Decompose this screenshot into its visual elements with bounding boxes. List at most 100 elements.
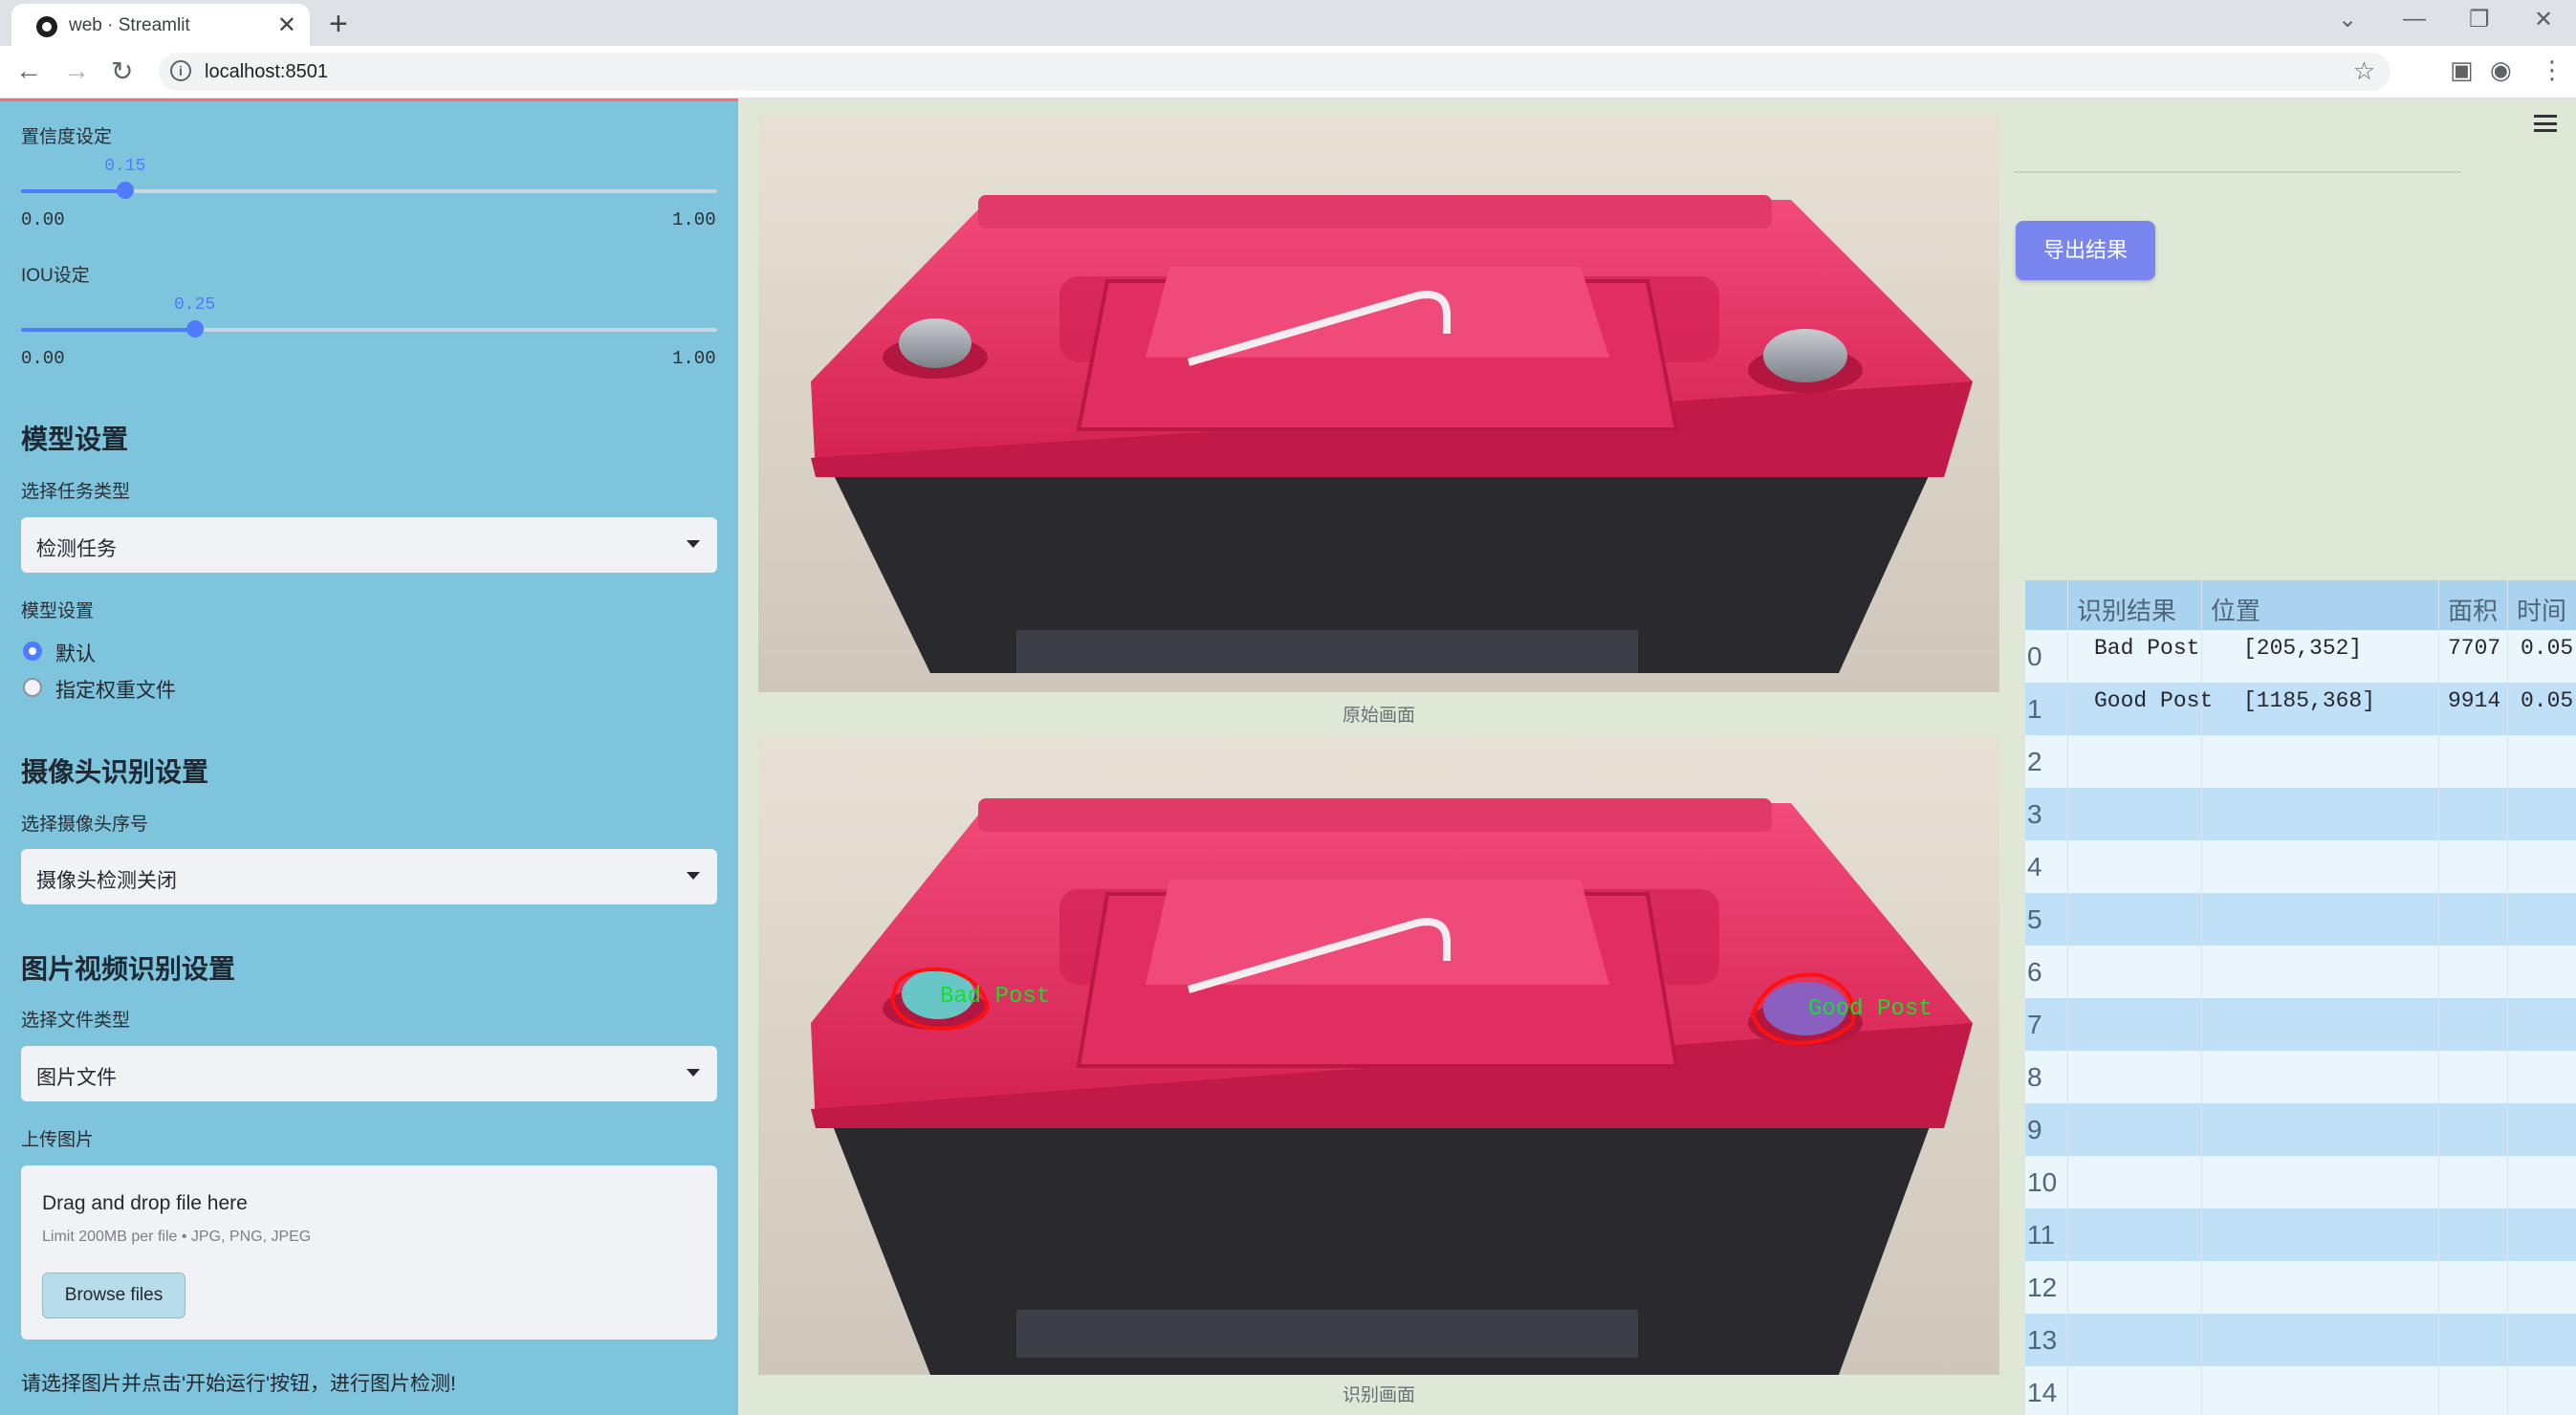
confidence-label: 置信度设定 bbox=[21, 127, 113, 147]
confidence-min: 0.00 bbox=[21, 209, 65, 230]
site-info-icon[interactable]: i bbox=[170, 60, 191, 81]
browser-menu-icon[interactable]: ⋮ bbox=[2540, 55, 2565, 85]
table-row[interactable]: 5 bbox=[2025, 893, 2576, 946]
divider bbox=[2014, 171, 2461, 173]
radio-default-label: 默认 bbox=[55, 643, 96, 665]
header-time[interactable]: 时间 bbox=[2517, 592, 2566, 627]
radio-custom-weights-label: 指定权重文件 bbox=[55, 680, 176, 702]
row-index: 14 bbox=[2027, 1378, 2058, 1407]
column-separator bbox=[2507, 580, 2508, 1415]
table-row[interactable]: 3 bbox=[2025, 788, 2576, 840]
row-index: 11 bbox=[2027, 1220, 2056, 1250]
back-icon[interactable]: ← bbox=[15, 55, 42, 86]
detected-image: Bad Post Good Post bbox=[758, 736, 1999, 1375]
file-type-select[interactable]: 图片文件 bbox=[21, 1046, 717, 1101]
header-result[interactable]: 识别结果 bbox=[2077, 592, 2176, 627]
iou-slider-thumb[interactable] bbox=[186, 320, 204, 337]
media-settings-heading: 图片视频识别设置 bbox=[21, 954, 236, 984]
table-row[interactable]: 6 bbox=[2025, 946, 2576, 998]
column-separator bbox=[2201, 580, 2202, 1415]
url-field[interactable]: i localhost:8501 ☆ bbox=[159, 53, 2390, 91]
camera-settings-heading: 摄像头识别设置 bbox=[21, 757, 209, 787]
task-type-select[interactable]: 检测任务 bbox=[21, 517, 717, 573]
table-row[interactable]: 0 Bad Post [205,352] 7707 0.05 bbox=[2025, 630, 2576, 683]
row-index: 1 bbox=[2027, 694, 2042, 724]
row-index: 8 bbox=[2027, 1062, 2042, 1092]
instruction-text: 请选择图片并点击'开始运行'按钮，进行图片检测! bbox=[21, 1373, 456, 1395]
confidence-slider-thumb[interactable] bbox=[117, 182, 135, 199]
limit-text: Limit 200MB per file • JPG, PNG, JPEG bbox=[42, 1229, 312, 1245]
file-uploader-dropzone[interactable]: Drag and drop file here Limit 200MB per … bbox=[21, 1165, 717, 1339]
original-caption: 原始画面 bbox=[1342, 706, 1415, 726]
iou-value: 0.25 bbox=[174, 295, 216, 315]
row-index: 4 bbox=[2027, 852, 2042, 882]
table-row[interactable]: 13 bbox=[2025, 1314, 2576, 1366]
table-row[interactable]: 7 bbox=[2025, 998, 2576, 1051]
cell-time: 0.05 bbox=[2521, 636, 2574, 661]
minimize-icon[interactable]: — bbox=[2403, 6, 2426, 33]
iou-slider[interactable] bbox=[21, 320, 717, 337]
row-index: 13 bbox=[2027, 1325, 2058, 1355]
iou-max: 1.00 bbox=[672, 348, 716, 369]
confidence-slider-fill bbox=[21, 189, 126, 193]
confidence-value: 0.15 bbox=[104, 157, 146, 176]
bad-post-label: Bad Post bbox=[940, 984, 1050, 1010]
table-row[interactable]: 9 bbox=[2025, 1103, 2576, 1156]
iou-slider-fill bbox=[21, 328, 195, 332]
radio-default[interactable] bbox=[23, 642, 42, 661]
hamburger-menu-icon[interactable] bbox=[2534, 115, 2557, 132]
table-row[interactable]: 14 bbox=[2025, 1366, 2576, 1415]
radio-custom-weights[interactable] bbox=[23, 678, 42, 697]
export-results-button[interactable]: 导出结果 bbox=[2016, 221, 2155, 280]
header-position[interactable]: 位置 bbox=[2211, 592, 2260, 627]
results-table: 识别结果 位置 面积 时间 0 Bad Post [205,352] 7707 0.05… bbox=[2025, 580, 2576, 1415]
row-index: 12 bbox=[2027, 1273, 2058, 1302]
profile-avatar-icon[interactable]: ◉ bbox=[2490, 55, 2512, 85]
reload-icon[interactable]: ↻ bbox=[111, 55, 133, 87]
bookmark-star-icon[interactable]: ☆ bbox=[2353, 56, 2375, 86]
browse-files-button[interactable]: Browse files bbox=[42, 1273, 186, 1318]
upload-label: 上传图片 bbox=[21, 1130, 95, 1150]
forward-icon[interactable]: → bbox=[63, 55, 90, 86]
sidebar: 置信度设定 0.15 0.00 1.00 IOU设定 0.25 0.00 1.0… bbox=[0, 98, 738, 1415]
camera-index-select[interactable]: 摄像头检测关闭 bbox=[21, 849, 717, 904]
table-row[interactable]: 11 bbox=[2025, 1208, 2576, 1261]
chevron-down-icon bbox=[687, 1069, 700, 1077]
chevron-down-icon bbox=[687, 872, 700, 880]
good-post-label: Good Post bbox=[1808, 996, 1932, 1022]
header-area[interactable]: 面积 bbox=[2448, 592, 2498, 627]
table-row[interactable]: 12 bbox=[2025, 1261, 2576, 1314]
table-row[interactable]: 4 bbox=[2025, 840, 2576, 893]
iou-min: 0.00 bbox=[21, 348, 65, 369]
confidence-slider[interactable] bbox=[21, 182, 717, 199]
close-tab-icon[interactable]: ✕ bbox=[277, 11, 296, 39]
url-text: localhost:8501 bbox=[205, 61, 328, 82]
streamlit-favicon-icon bbox=[36, 16, 57, 37]
address-bar: ← → ↻ i localhost:8501 ☆ ▣ ◉ ⋮ bbox=[0, 46, 2576, 98]
table-row[interactable]: 2 bbox=[2025, 735, 2576, 788]
new-tab-icon[interactable]: + bbox=[329, 6, 348, 43]
browser-tab[interactable]: web · Streamlit ✕ bbox=[11, 4, 310, 46]
restore-icon[interactable]: ❐ bbox=[2469, 6, 2490, 33]
table-row[interactable]: 10 bbox=[2025, 1156, 2576, 1208]
task-type-value: 检测任务 bbox=[36, 538, 117, 560]
tab-title: web · Streamlit bbox=[69, 15, 190, 35]
row-index: 3 bbox=[2027, 799, 2042, 829]
side-panel-icon[interactable]: ▣ bbox=[2450, 55, 2474, 85]
drop-text: Drag and drop file here bbox=[42, 1192, 248, 1214]
row-index: 2 bbox=[2027, 747, 2042, 776]
window-close-icon[interactable]: ✕ bbox=[2534, 6, 2553, 33]
row-index: 7 bbox=[2027, 1010, 2042, 1039]
cell-area: 9914 bbox=[2448, 688, 2501, 713]
cell-pos: [205,352] bbox=[2243, 636, 2363, 661]
column-separator bbox=[2067, 580, 2068, 1415]
row-index: 0 bbox=[2027, 642, 2042, 671]
cell-result: Bad Post bbox=[2094, 636, 2200, 661]
row-index: 10 bbox=[2027, 1167, 2058, 1197]
table-row[interactable]: 8 bbox=[2025, 1051, 2576, 1103]
tab-search-icon[interactable]: ⌄ bbox=[2338, 6, 2357, 33]
iou-label: IOU设定 bbox=[21, 266, 90, 286]
table-row[interactable]: 1 Good Post [1185,368] 9914 0.05 bbox=[2025, 683, 2576, 735]
row-index: 5 bbox=[2027, 904, 2042, 934]
cell-result: Good Post bbox=[2094, 688, 2214, 713]
